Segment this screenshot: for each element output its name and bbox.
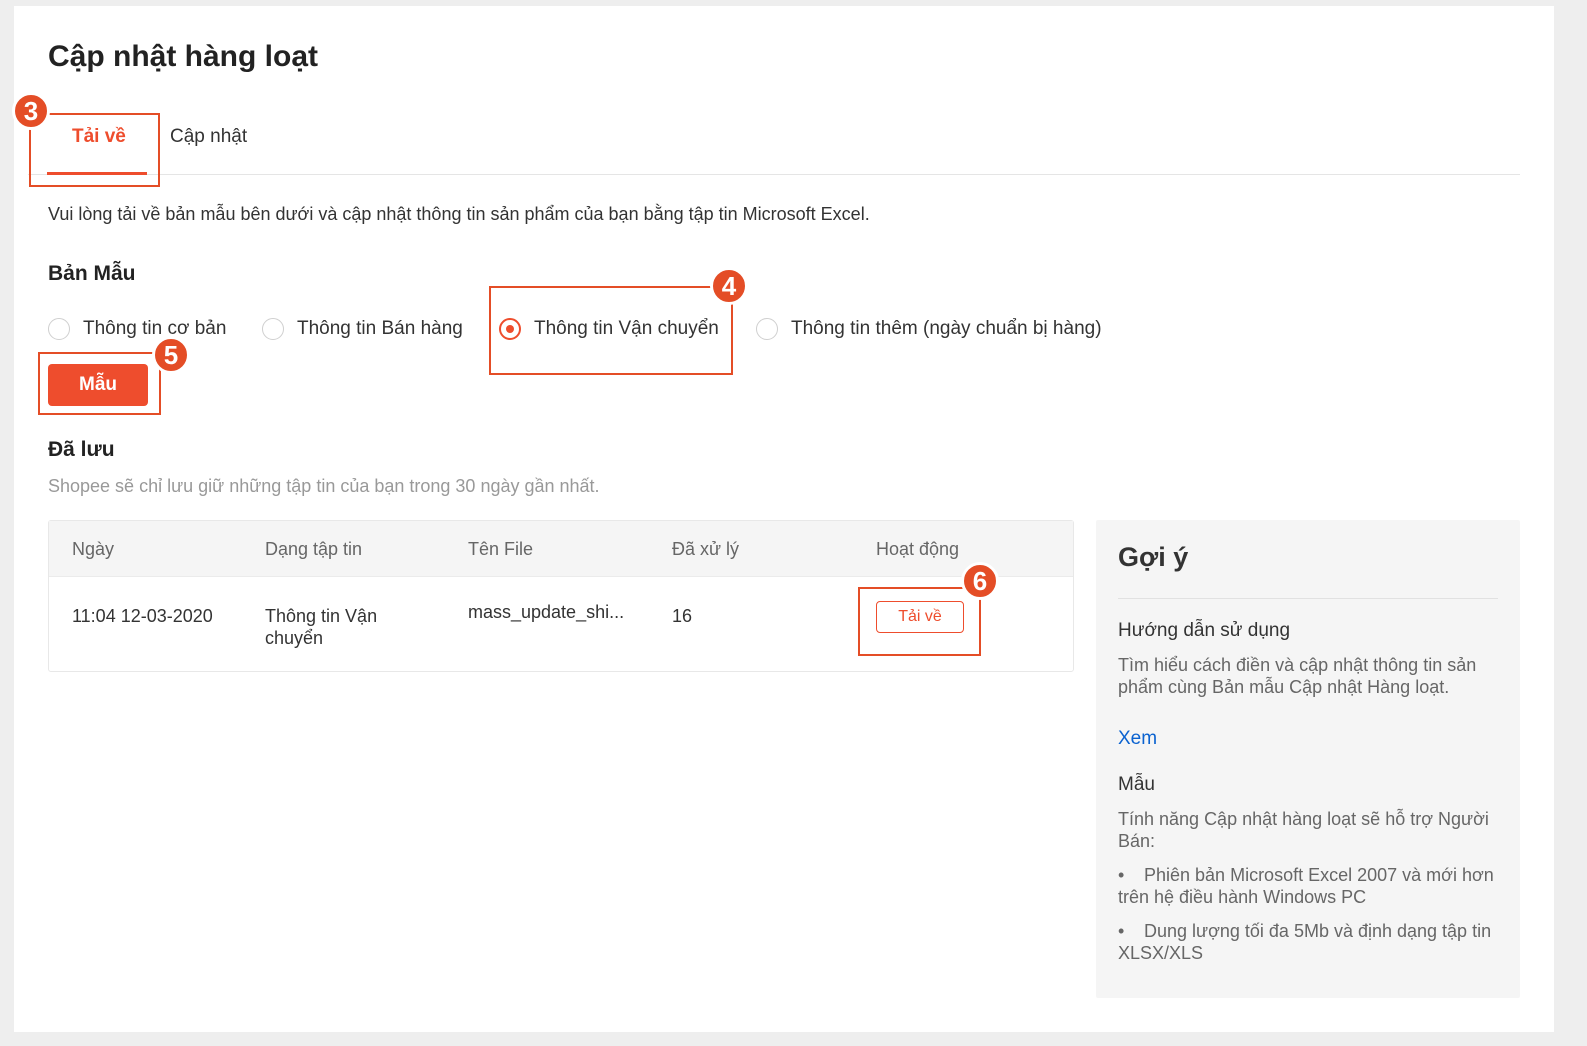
hint-bullet: • Phiên bản Microsoft Excel 2007 và mới h… [1118, 864, 1498, 908]
cell-date: 11:04 12-03-2020 [72, 606, 213, 626]
saved-section-title: Đã lưu [48, 438, 115, 461]
radio-label: Thông tin cơ bản [83, 318, 227, 339]
header-file-name: Tên File [468, 539, 534, 559]
header-processed: Đã xử lý [672, 539, 740, 559]
saved-files-table: Ngày Dạng tập tin Tên File Đã xử lý Hoạt… [48, 520, 1074, 672]
retention-note: Shopee sẽ chỉ lưu giữ những tập tin của … [48, 476, 600, 496]
bullet-text: Dung lượng tối đa 5Mb và định dạng tập t… [1118, 921, 1492, 963]
radio-icon [48, 318, 70, 340]
radio-checked-icon [499, 318, 521, 340]
row-download-button[interactable]: Tải về [876, 601, 964, 633]
step-badge: 5 [152, 336, 190, 374]
radio-basic-info[interactable]: Thông tin cơ bản [48, 318, 226, 340]
radio-icon [756, 318, 778, 340]
radio-extra-info[interactable]: Thông tin thêm (ngày chuẩn bị hàng) [756, 318, 1102, 340]
cell-type: Thông tin Vận chuyển [265, 606, 378, 648]
bullet-text: Phiên bản Microsoft Excel 2007 và mới hơ… [1118, 865, 1494, 907]
hint-panel: Gợi ý Hướng dẫn sử dụng Tìm hiểu cách đi… [1096, 520, 1520, 998]
template-heading: Mẫu [1118, 774, 1155, 795]
radio-label: Thông tin thêm (ngày chuẩn bị hàng) [791, 318, 1102, 339]
step-badge: 6 [961, 562, 999, 600]
intro-text: Vui lòng tải về bản mẫu bên dưới và cập … [48, 204, 870, 224]
radio-label: Thông tin Bán hàng [297, 318, 463, 339]
active-tab-indicator [47, 172, 147, 175]
hint-bullet: • Dung lượng tối đa 5Mb và định dạng tập … [1118, 920, 1498, 964]
table-header: Ngày Dạng tập tin Tên File Đã xử lý Hoạt… [49, 521, 1073, 577]
bulk-update-panel: Cập nhật hàng loạt Tải về Cập nhật Vui l… [14, 6, 1554, 1032]
header-action: Hoạt động [876, 539, 960, 559]
tabs-divider [28, 174, 1520, 175]
guide-heading: Hướng dẫn sử dụng [1118, 620, 1291, 641]
page-title: Cập nhật hàng loạt [48, 40, 318, 73]
header-date: Ngày [72, 539, 115, 559]
hint-divider [1118, 598, 1498, 599]
header-type: Dạng tập tin [265, 539, 363, 559]
tab-update[interactable]: Cập nhật [170, 126, 247, 148]
radio-icon [262, 318, 284, 340]
view-guide-link[interactable]: Xem [1118, 728, 1157, 750]
step-badge: 4 [710, 267, 748, 305]
bullet-icon: • [1118, 921, 1125, 941]
bullet-icon: • [1118, 865, 1125, 885]
step-badge: 3 [12, 92, 50, 130]
template-button[interactable]: Mẫu [48, 364, 148, 406]
tab-download[interactable]: Tải về [72, 126, 126, 148]
guide-text: Tìm hiểu cách điền và cập nhật thông tin… [1118, 655, 1477, 697]
radio-shipping-info[interactable]: Thông tin Vận chuyển [499, 318, 719, 340]
radio-sales-info[interactable]: Thông tin Bán hàng [262, 318, 463, 340]
cell-processed: 16 [672, 606, 693, 626]
cell-file-name: mass_update_shi... [468, 602, 625, 622]
hint-title: Gợi ý [1118, 542, 1189, 572]
radio-label: Thông tin Vận chuyển [534, 318, 719, 339]
template-text: Tính năng Cập nhật hàng loạt sẽ hỗ trợ N… [1118, 809, 1489, 851]
template-section-title: Bản Mẫu [48, 262, 136, 285]
